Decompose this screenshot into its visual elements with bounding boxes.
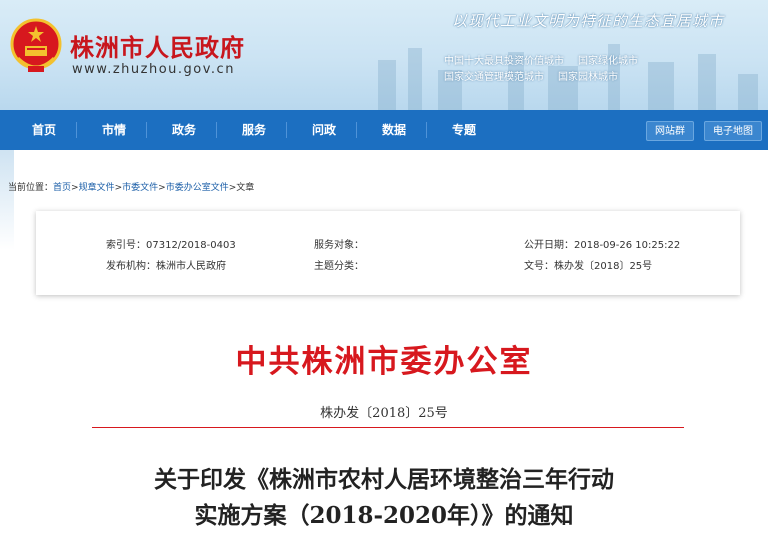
site-header: 株洲市人民政府 www.zhuzhou.gov.cn 以现代工业文明为特征的生态… [0, 0, 768, 110]
nav-item-government-affairs[interactable]: 政务 [172, 110, 196, 150]
breadcrumb-link-home[interactable]: 首页 [53, 183, 71, 193]
breadcrumb-current: 文章 [236, 183, 255, 193]
breadcrumb-link-regulations[interactable]: 规章文件 [79, 183, 115, 193]
nav-divider [216, 122, 217, 138]
nav-item-city-info[interactable]: 市情 [102, 110, 126, 150]
meta-service-target: 服务对象： [314, 240, 364, 251]
red-divider [92, 427, 684, 428]
slogan: 以现代工业文明为特征的生态宜居城市 [452, 12, 725, 30]
nav-divider [76, 122, 77, 138]
site-url: www.zhuzhou.gov.cn [72, 62, 235, 77]
notice-title-line: 关于印发《株洲市农村人居环境整治三年行动 [154, 466, 614, 493]
nav-item-topics[interactable]: 专题 [452, 110, 476, 150]
honor-title: 国家绿化城市 [578, 56, 638, 67]
main-nav: 首页 市情 政务 服务 问政 数据 专题 网站群 电子地图 [0, 110, 768, 150]
site-group-button[interactable]: 网站群 [646, 121, 694, 141]
nav-item-services[interactable]: 服务 [242, 110, 266, 150]
nav-divider [286, 122, 287, 138]
breadcrumb-prefix: 当前位置： [8, 183, 54, 193]
e-map-button[interactable]: 电子地图 [704, 121, 762, 141]
honor-title: 中国十大最具投资价值城市 [444, 56, 564, 67]
honor-title: 国家交通管理模范城市 [444, 72, 544, 83]
nav-divider [426, 122, 427, 138]
notice-title: 关于印发《株洲市农村人居环境整治三年行动 实施方案（2018-2020年）》的通… [0, 462, 768, 534]
site-name[interactable]: 株洲市人民政府 [70, 28, 245, 63]
honor-title: 国家园林城市 [558, 72, 618, 83]
notice-title-line: 实施方案（2018-2020年）》的通知 [194, 502, 574, 529]
meta-index-no: 索引号：07312/2018-0403 [106, 240, 236, 251]
document-meta-panel: 索引号：07312/2018-0403 服务对象： 公开日期：2018-09-2… [36, 211, 740, 295]
nav-divider [356, 122, 357, 138]
meta-subject: 主题分类： [314, 261, 364, 272]
side-decoration [0, 150, 14, 250]
breadcrumb: 当前位置：首页>规章文件>市委文件>市委办公室文件>文章 [8, 183, 255, 193]
nav-item-home[interactable]: 首页 [32, 110, 56, 150]
national-emblem-icon [10, 18, 62, 72]
meta-publisher: 发布机构：株洲市人民政府 [106, 261, 226, 272]
document-number: 株办发〔2018〕25号 [320, 406, 448, 421]
meta-doc-no: 文号：株办发〔2018〕25号 [524, 261, 653, 272]
nav-item-data[interactable]: 数据 [382, 110, 406, 150]
breadcrumb-link-office-docs[interactable]: 市委办公室文件 [166, 183, 229, 193]
nav-divider [146, 122, 147, 138]
document-issuer-heading: 中共株洲市委办公室 [235, 344, 533, 380]
nav-item-inquiry[interactable]: 问政 [312, 110, 336, 150]
meta-publish-time: 公开日期：2018-09-26 10:25:22 [524, 240, 681, 251]
breadcrumb-link-committee-docs[interactable]: 市委文件 [122, 183, 158, 193]
